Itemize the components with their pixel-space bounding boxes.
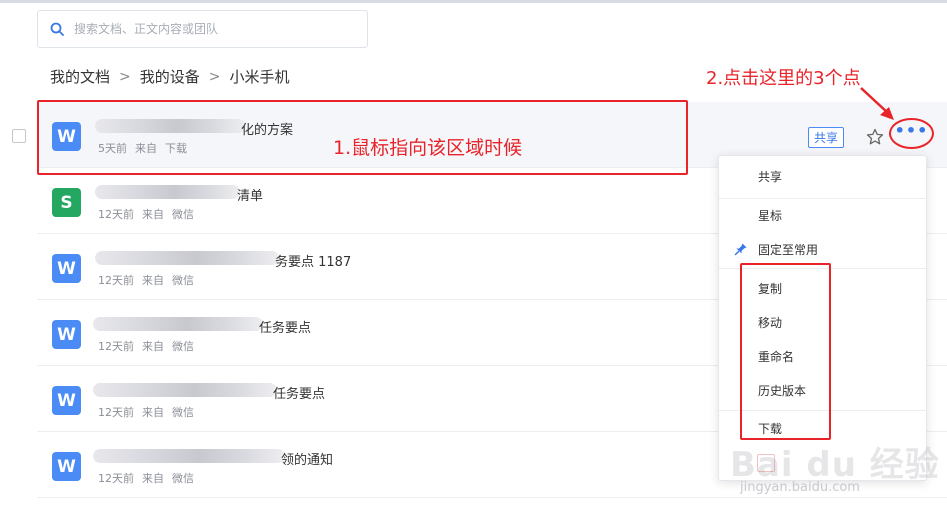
file-meta: 12天前 来自 微信	[98, 470, 202, 486]
file-name[interactable]: 领的通知	[281, 449, 333, 468]
blurred-filename	[93, 383, 277, 397]
menu-divider	[719, 198, 928, 199]
file-meta: 12天前 来自 微信	[98, 404, 202, 420]
file-app: 微信	[172, 472, 194, 485]
star-icon[interactable]	[866, 128, 884, 146]
file-source: 来自	[142, 274, 164, 287]
annotation-step-1: 1.鼠标指向该区域时候	[333, 137, 523, 159]
breadcrumb-my-devices[interactable]: 我的设备	[140, 66, 200, 87]
file-app: 微信	[172, 208, 194, 221]
search-input[interactable]	[74, 22, 354, 36]
file-source: 来自	[142, 406, 164, 419]
menu-item-share[interactable]: 共享	[719, 161, 928, 191]
file-name[interactable]: 任务要点	[259, 317, 311, 336]
file-app: 微信	[172, 274, 194, 287]
file-time: 12天前	[98, 406, 134, 419]
annotation-arrow	[860, 87, 894, 120]
highlight-menu-section	[740, 263, 831, 440]
file-meta: 12天前 来自 微信	[98, 206, 202, 222]
file-time: 12天前	[98, 208, 134, 221]
pin-icon	[734, 243, 747, 256]
blurred-filename	[95, 251, 279, 265]
more-icon: •••	[894, 120, 929, 140]
file-time: 12天前	[98, 340, 134, 353]
word-doc-icon: W	[52, 320, 81, 349]
top-border	[0, 0, 947, 3]
file-app: 微信	[172, 340, 194, 353]
breadcrumb-separator: >	[208, 68, 221, 85]
annotation-step-2: 2.点击这里的3个点	[706, 68, 861, 89]
word-doc-icon: W	[52, 254, 81, 283]
search-box[interactable]	[37, 10, 368, 48]
file-meta: 12天前 来自 微信	[98, 272, 202, 288]
word-doc-icon: W	[52, 386, 81, 415]
file-name[interactable]: 务要点 1187	[275, 251, 351, 270]
search-icon	[50, 22, 64, 36]
breadcrumb: 我的文档 > 我的设备 > 小米手机	[50, 66, 290, 87]
watermark-url: jingyan.baidu.com	[740, 480, 860, 495]
file-source: 来自	[142, 340, 164, 353]
file-meta: 12天前 来自 微信	[98, 338, 202, 354]
file-time: 12天前	[98, 472, 134, 485]
word-doc-icon: W	[52, 452, 81, 481]
menu-item-pin[interactable]: 固定至常用	[719, 234, 928, 264]
breadcrumb-my-docs[interactable]: 我的文档	[50, 66, 110, 87]
file-source: 来自	[142, 472, 164, 485]
file-app: 微信	[172, 406, 194, 419]
file-time: 12天前	[98, 274, 134, 287]
blurred-filename	[93, 449, 285, 463]
blurred-filename	[93, 317, 263, 331]
file-name[interactable]: 任务要点	[273, 383, 325, 402]
breadcrumb-current-device: 小米手机	[229, 68, 290, 86]
watermark-stamp	[757, 454, 775, 472]
file-source: 来自	[142, 208, 164, 221]
share-badge[interactable]: 共享	[808, 127, 845, 148]
blurred-filename	[95, 185, 240, 199]
breadcrumb-separator: >	[119, 68, 131, 85]
row-select-checkbox[interactable]	[12, 129, 26, 143]
sheet-doc-icon: S	[52, 188, 81, 217]
file-name[interactable]: 清单	[237, 185, 263, 204]
menu-item-star[interactable]: 星标	[719, 200, 928, 230]
